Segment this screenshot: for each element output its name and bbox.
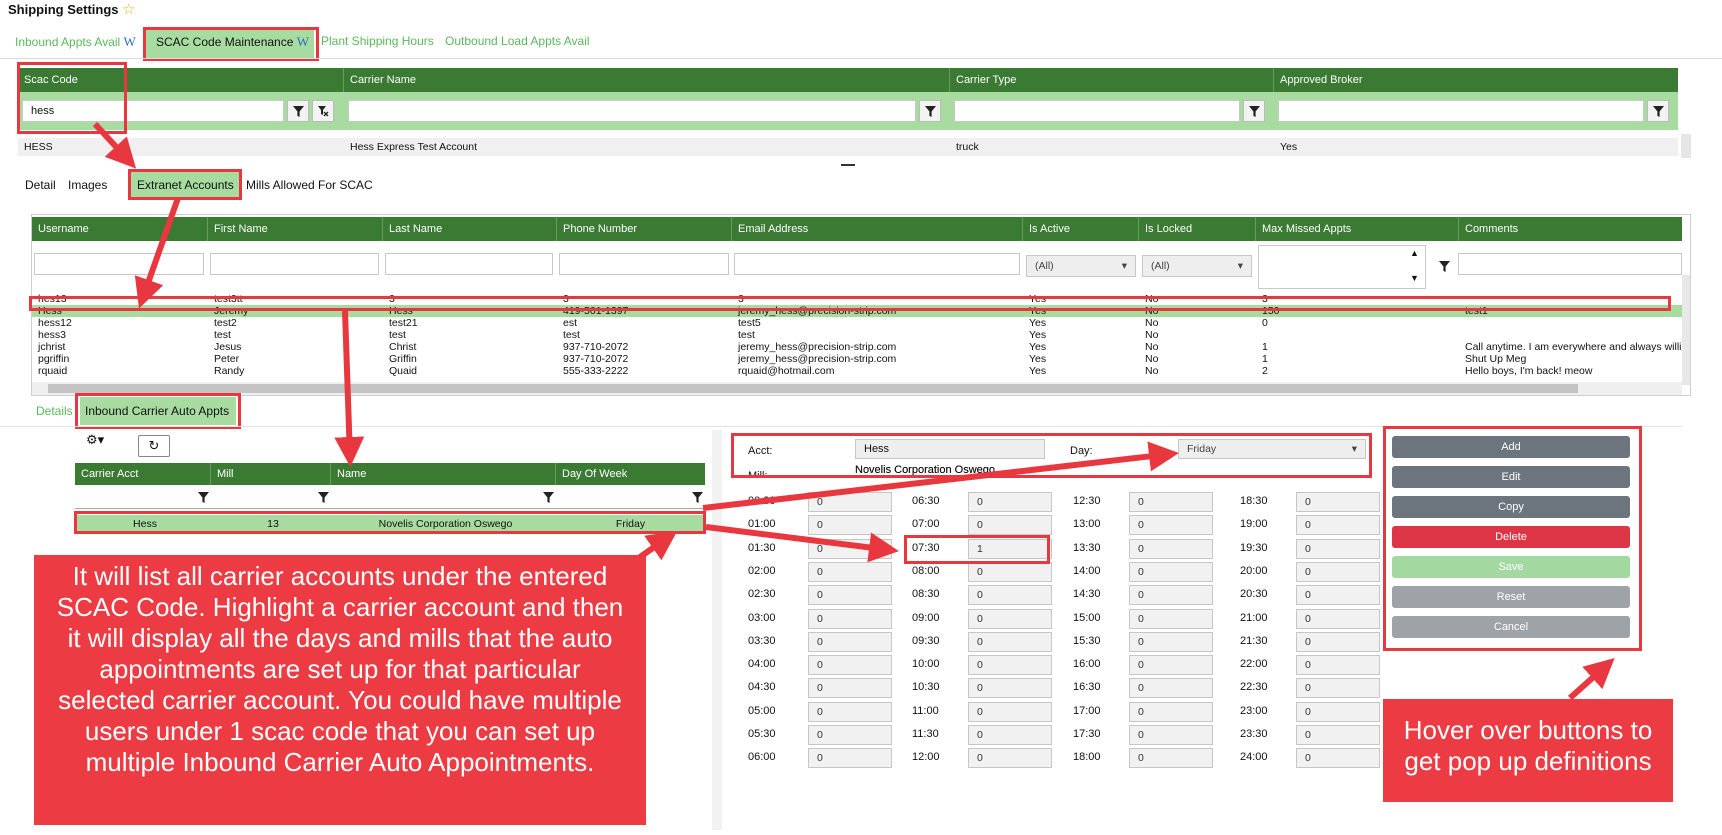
annotation-arrows xyxy=(92,121,1615,701)
arrow xyxy=(334,310,365,467)
arrow xyxy=(702,441,1179,511)
arrow xyxy=(638,530,678,561)
arrow xyxy=(92,121,137,169)
arrow xyxy=(134,197,181,309)
arrow xyxy=(705,524,899,563)
arrow xyxy=(1567,657,1615,701)
